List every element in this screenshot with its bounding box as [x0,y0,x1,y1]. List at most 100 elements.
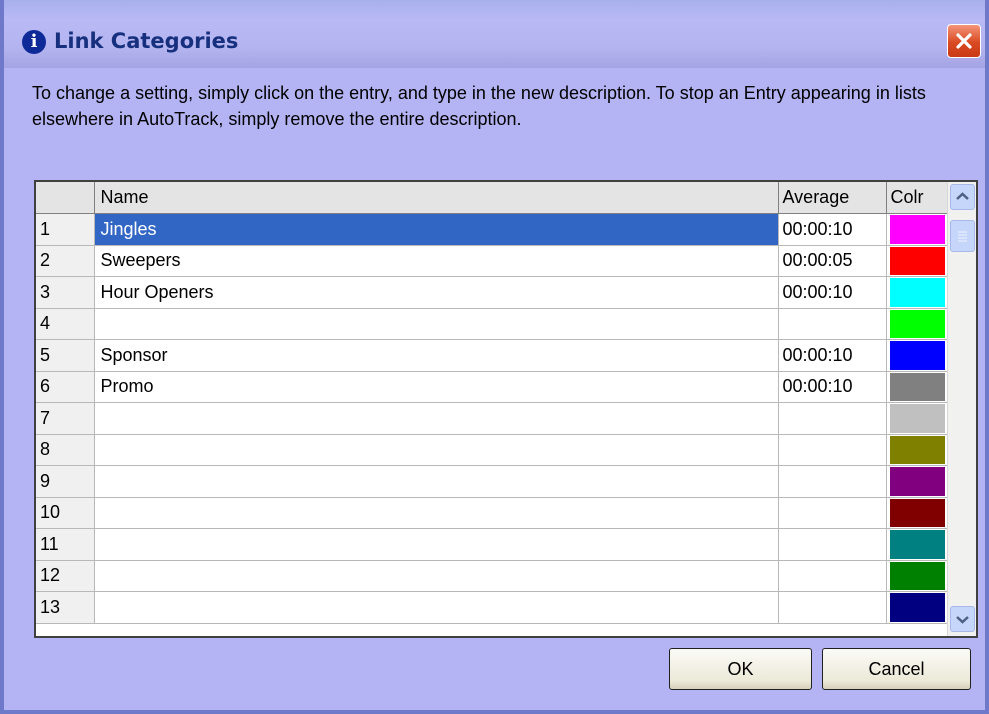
color-cell[interactable] [886,339,949,372]
color-swatch [889,215,945,244]
color-column-header[interactable]: Colr [886,182,949,214]
color-swatch [889,561,945,590]
color-cell[interactable] [886,371,949,403]
table-row[interactable]: 8 [36,434,949,466]
color-cell[interactable] [886,276,949,309]
name-column-header[interactable]: Name [94,182,779,214]
scroll-up-button[interactable] [950,184,975,210]
color-swatch [889,309,945,338]
row-number-cell: 12 [36,560,95,592]
name-cell[interactable]: Sweepers [94,245,779,277]
close-icon [956,33,972,49]
average-cell[interactable] [778,560,887,592]
table-row[interactable]: 2 Sweepers 00:00:05 [36,245,949,277]
color-cell[interactable] [886,434,949,466]
color-swatch [889,278,945,307]
average-cell[interactable] [778,497,887,529]
row-number-cell: 3 [36,276,95,309]
row-number-cell: 2 [36,245,95,277]
color-swatch [889,246,945,275]
color-cell[interactable] [886,213,949,246]
name-cell[interactable] [94,308,779,340]
color-swatch [889,404,945,433]
row-number-cell: 10 [36,497,95,529]
info-icon: i [22,30,46,54]
table-row[interactable]: 5 Sponsor 00:00:10 [36,339,949,372]
row-number-cell: 9 [36,465,95,498]
color-cell[interactable] [886,560,949,592]
color-cell[interactable] [886,591,949,624]
average-cell[interactable] [778,308,887,340]
table-row[interactable]: 7 [36,402,949,435]
link-categories-dialog: i Link Categories To change a setting, s… [0,0,989,714]
name-cell[interactable]: Sponsor [94,339,779,372]
average-cell[interactable] [778,465,887,498]
grip-icon [958,231,967,242]
color-cell[interactable] [886,528,949,561]
row-number-cell: 5 [36,339,95,372]
window-title: Link Categories [54,29,239,53]
color-swatch [889,530,945,559]
average-cell[interactable]: 00:00:10 [778,213,887,246]
average-cell[interactable]: 00:00:10 [778,276,887,309]
name-cell[interactable] [94,402,779,435]
average-cell[interactable] [778,402,887,435]
ok-button[interactable]: OK [669,648,812,690]
color-swatch [889,372,945,401]
close-button[interactable] [947,24,981,58]
color-swatch [889,467,945,496]
name-cell[interactable]: Jingles [94,213,779,246]
name-cell[interactable] [94,591,779,624]
table-row[interactable]: 9 [36,465,949,498]
color-cell[interactable] [886,308,949,340]
average-cell[interactable] [778,591,887,624]
color-swatch [889,593,945,622]
categories-grid: Name Average Colr 1 Jingles 00:00:10 2 Sweep… [34,180,978,638]
row-number-cell: 7 [36,402,95,435]
average-cell[interactable]: 00:00:10 [778,371,887,403]
scroll-thumb[interactable] [950,220,975,252]
table-row[interactable]: 10 [36,497,949,529]
row-number-cell: 11 [36,528,95,561]
name-cell[interactable]: Hour Openers [94,276,779,309]
table-row[interactable]: 13 [36,591,949,624]
color-swatch [889,435,945,464]
color-swatch [889,341,945,370]
table-row[interactable]: 11 [36,528,949,561]
table-row[interactable]: 12 [36,560,949,592]
average-cell[interactable] [778,528,887,561]
row-number-cell: 6 [36,371,95,403]
average-cell[interactable]: 00:00:05 [778,245,887,277]
chevron-down-icon [956,616,969,624]
table-row[interactable]: 4 [36,308,949,340]
name-cell[interactable] [94,497,779,529]
average-cell[interactable] [778,434,887,466]
color-cell[interactable] [886,465,949,498]
name-cell[interactable] [94,434,779,466]
row-number-cell: 8 [36,434,95,466]
table-row[interactable]: 6 Promo 00:00:10 [36,371,949,403]
row-number-cell: 1 [36,213,95,246]
row-number-cell: 4 [36,308,95,340]
name-cell[interactable]: Promo [94,371,779,403]
table-row[interactable]: 1 Jingles 00:00:10 [36,213,949,246]
row-number-header [36,182,95,214]
name-cell[interactable] [94,528,779,561]
vertical-scrollbar[interactable] [947,182,976,636]
row-number-cell: 13 [36,591,95,624]
name-cell[interactable] [94,560,779,592]
chevron-up-icon [956,192,969,200]
title-bar[interactable]: i Link Categories [4,0,985,68]
scroll-down-button[interactable] [950,606,975,632]
color-swatch [889,498,945,527]
categories-table: Name Average Colr 1 Jingles 00:00:10 2 Sweep… [36,182,949,624]
cancel-button[interactable]: Cancel [822,648,971,690]
average-cell[interactable]: 00:00:10 [778,339,887,372]
table-row[interactable]: 3 Hour Openers 00:00:10 [36,276,949,309]
name-cell[interactable] [94,465,779,498]
average-column-header[interactable]: Average [778,182,887,214]
color-cell[interactable] [886,402,949,435]
color-cell[interactable] [886,245,949,277]
color-cell[interactable] [886,497,949,529]
instructions-text: To change a setting, simply click on the… [32,83,926,129]
